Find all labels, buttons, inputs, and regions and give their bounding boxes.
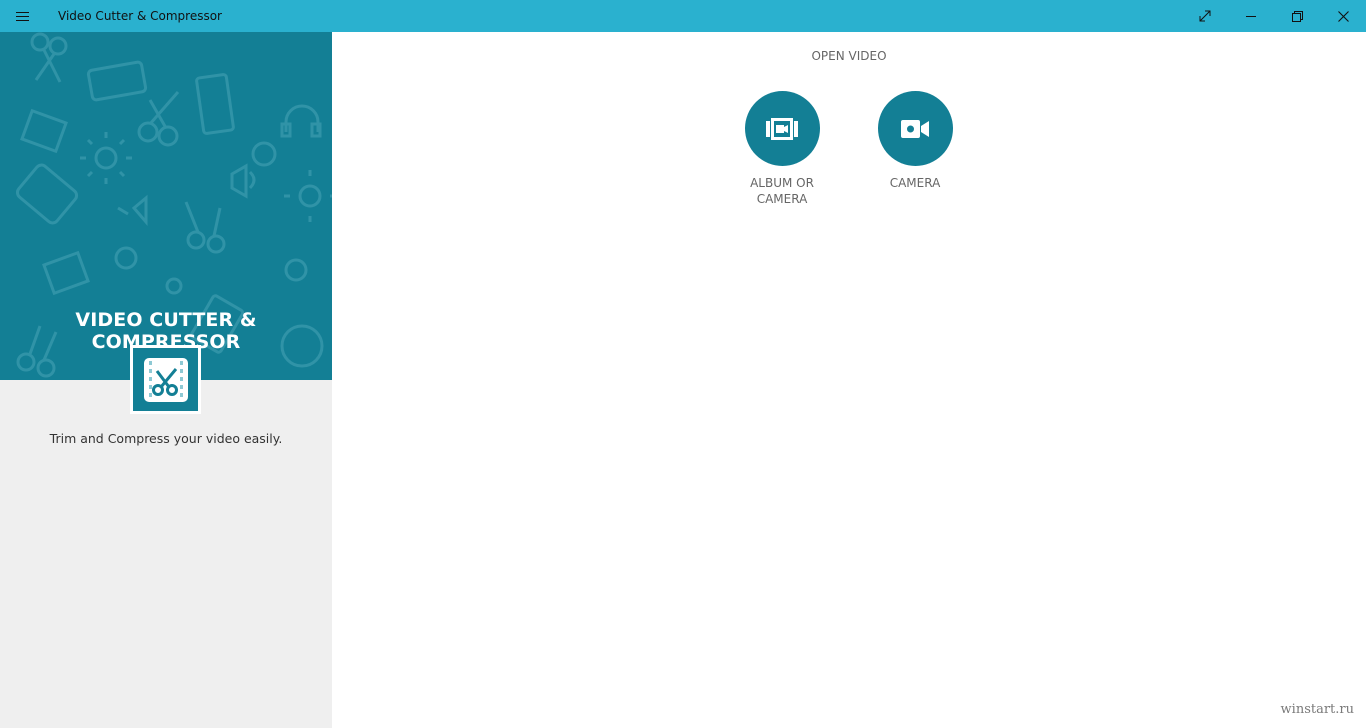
hamburger-icon xyxy=(16,11,29,21)
app-logo xyxy=(130,345,201,414)
restore-icon xyxy=(1291,10,1303,22)
camera-circle[interactable] xyxy=(877,91,953,166)
tagline: Trim and Compress your video easily. xyxy=(49,431,283,446)
video-album-icon xyxy=(766,117,798,140)
watermark: winstart.ru xyxy=(1280,702,1354,717)
video-camera-icon xyxy=(901,119,929,138)
camera-button[interactable]: CAMERA xyxy=(860,91,970,191)
expand-icon xyxy=(1199,10,1211,22)
left-pane: VIDEO CUTTER & COMPRESSOR Trim and Compr… xyxy=(0,32,332,728)
expand-button[interactable] xyxy=(1182,0,1228,32)
scissors-film-icon xyxy=(143,357,188,402)
album-or-camera-button[interactable]: ALBUM OR CAMERA xyxy=(727,91,837,207)
title-bar: Video Cutter & Compressor xyxy=(0,0,1366,32)
album-or-camera-label: ALBUM OR CAMERA xyxy=(750,176,814,206)
hero-banner: VIDEO CUTTER & COMPRESSOR xyxy=(0,32,332,380)
minimize-icon xyxy=(1246,16,1256,17)
main-content: OPEN VIDEO ALBUM OR CAMERA CAMERA xyxy=(332,32,1366,728)
minimize-button[interactable] xyxy=(1228,0,1274,32)
hamburger-menu-button[interactable] xyxy=(6,0,40,32)
close-icon xyxy=(1337,10,1349,22)
restore-button[interactable] xyxy=(1274,0,1320,32)
album-or-camera-circle[interactable] xyxy=(744,91,820,166)
close-button[interactable] xyxy=(1320,0,1366,32)
camera-label: CAMERA xyxy=(889,176,941,190)
open-video-label: OPEN VIDEO xyxy=(811,49,887,63)
window-title: Video Cutter & Compressor xyxy=(58,9,222,23)
